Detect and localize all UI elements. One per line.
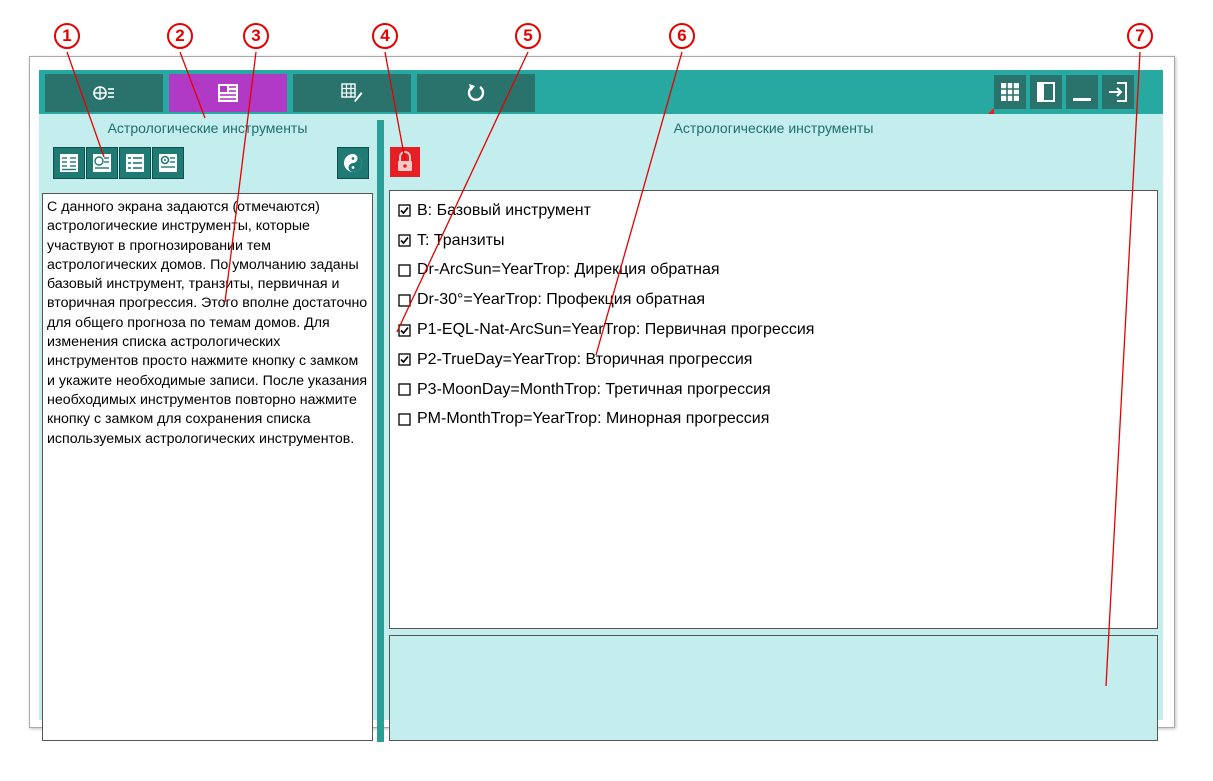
list-item[interactable]: P3-MoonDay=MonthTrop: Третичная прогресс… [398,375,1157,405]
yin-yang-button[interactable] [337,147,369,179]
gear-list-icon [159,154,177,172]
checkbox[interactable] [398,413,411,426]
checkbox[interactable] [398,383,411,396]
callout-3: 3 [243,23,269,49]
list-item[interactable]: T: Транзиты [398,226,1157,256]
lock-button[interactable] [390,147,420,177]
table-icon [60,154,78,172]
yin-yang-icon [344,154,362,172]
list-item-label: PM-MonthTrop=YearTrop: Минорная прогресс… [417,410,770,428]
checkbox-checked-icon [398,204,411,218]
checkbox[interactable] [398,204,411,218]
list-item-label: P3-MoonDay=MonthTrop: Третичная прогресс… [417,380,771,398]
checkbox-empty-icon [398,294,411,307]
panel-toggle-button[interactable] [1030,75,1062,109]
checkbox-checked-icon [398,353,411,367]
list-item-label: T: Транзиты [417,231,505,249]
tab-refresh[interactable] [417,74,535,112]
instruments-list: B: Базовый инструмент T: Транзиты Dr-Arc… [389,190,1158,629]
list-icon [126,154,144,172]
top-toolbar [39,70,1163,114]
callout-7: 7 [1127,23,1153,49]
minimize-icon [1073,98,1091,101]
checkbox-checked-icon [398,234,411,247]
checkbox[interactable] [398,323,411,337]
tab-grid-pen[interactable] [293,74,411,112]
callout-5: 5 [515,23,541,49]
list-item[interactable]: P1-EQL-Nat-ArcSun=YearTrop: Первичная пр… [398,315,1157,345]
list-item-label: Dr-ArcSun=YearTrop: Дирекция обратная [417,261,720,279]
list-item-label: B: Базовый инструмент [417,201,591,219]
chart-clock-icon [93,154,111,172]
details-panel [389,635,1158,741]
list-item[interactable]: Dr-ArcSun=YearTrop: Дирекция обратная [398,256,1157,286]
tab-circle-list[interactable] [45,74,163,112]
callout-4: 4 [372,23,398,49]
callout-2: 2 [167,23,193,49]
exit-icon [1109,82,1127,102]
list-item[interactable]: P2-TrueDay=YearTrop: Вторичная прогресси… [398,345,1157,375]
list-item[interactable]: Dr-30°=YearTrop: Профекция обратная [398,285,1157,315]
list-item-label: P1-EQL-Nat-ArcSun=YearTrop: Первичная пр… [417,321,815,339]
callout-1: 1 [54,23,80,49]
checkbox[interactable] [398,264,411,277]
list-item[interactable]: PM-MonthTrop=YearTrop: Минорная прогресс… [398,405,1157,435]
refresh-icon [467,84,485,101]
checkbox[interactable] [398,234,411,247]
checkbox-empty-icon [398,383,411,396]
checkbox[interactable] [398,353,411,367]
panel-splitter[interactable] [377,120,384,742]
minimize-button[interactable] [1066,75,1098,109]
chart-clock-button[interactable] [86,147,118,179]
checkbox-checked-icon [398,323,411,337]
table-button[interactable] [53,147,85,179]
panel-toggle-icon [1037,82,1055,102]
right-panel-title: Астрологические инструменты [673,120,874,136]
checkbox[interactable] [398,294,411,307]
callout-6: 6 [669,23,695,49]
list-item-label: P2-TrueDay=YearTrop: Вторичная прогресси… [417,350,753,368]
gear-list-button[interactable] [152,147,184,179]
grid-view-button[interactable] [994,75,1026,109]
grid-icon [1001,83,1019,101]
list-item-label: Dr-30°=YearTrop: Профекция обратная [417,291,706,309]
exit-button[interactable] [1102,75,1134,109]
checkbox-empty-icon [398,264,411,277]
panel-list-icon [218,84,238,102]
list-button[interactable] [119,147,151,179]
checkbox-empty-icon [398,413,411,426]
tab-panel-list[interactable] [169,74,287,112]
grid-pen-icon [341,83,363,102]
list-item[interactable]: B: Базовый инструмент [398,196,1157,226]
description-text: С данного экрана задаются (отмечаются) а… [42,193,373,741]
lock-icon [398,151,412,171]
circle-list-icon [93,86,114,100]
left-panel-title: Астрологические инструменты [107,120,308,136]
